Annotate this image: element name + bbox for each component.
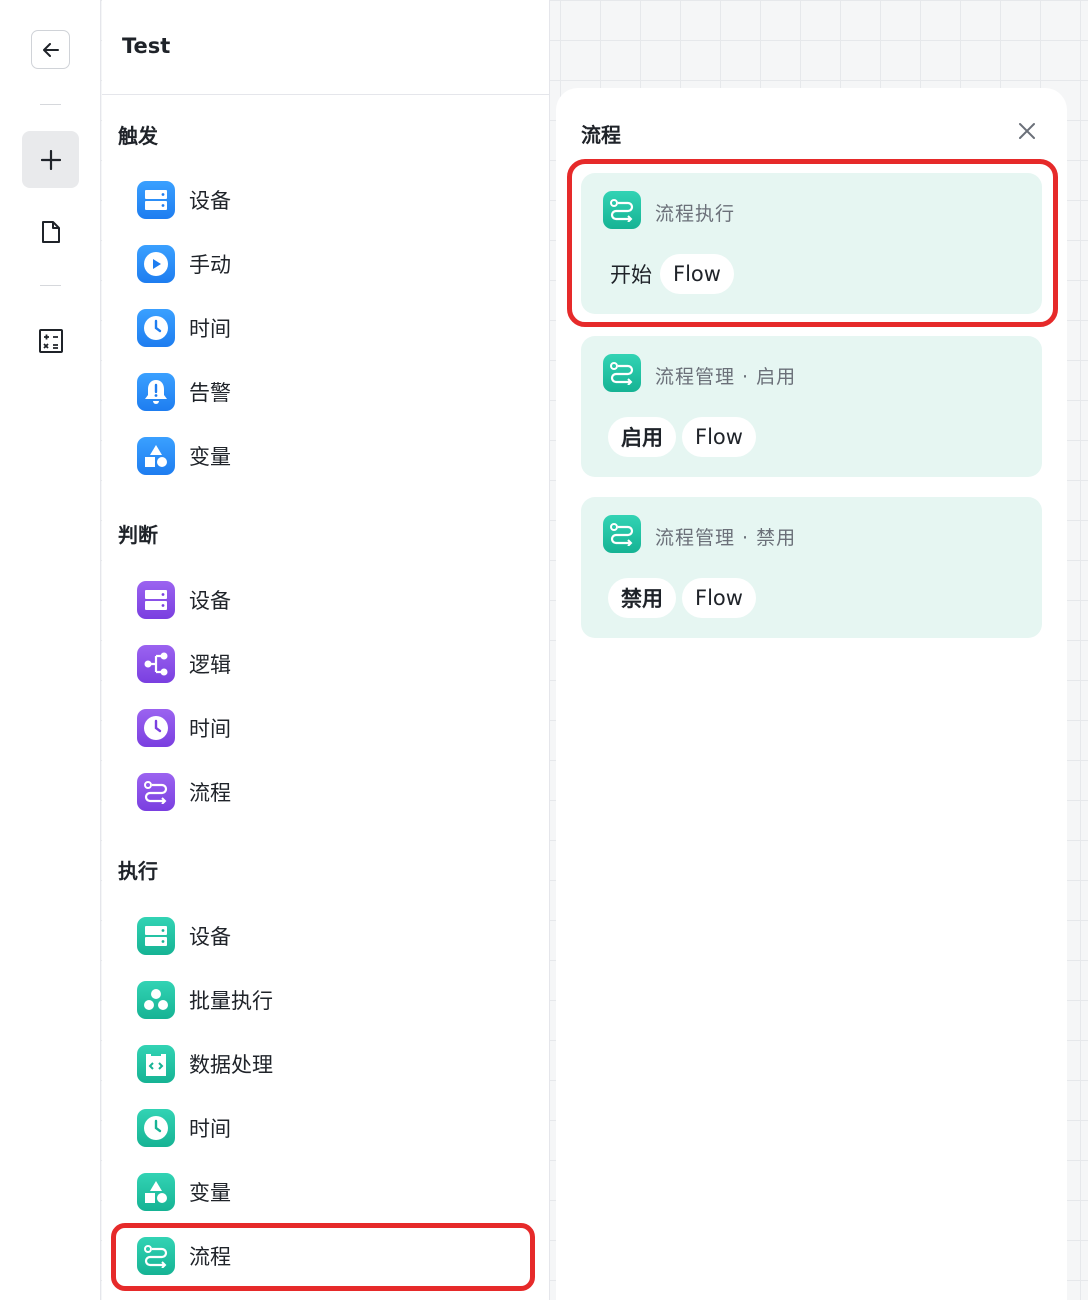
palette-item-action-device[interactable]: 设备 xyxy=(137,914,517,958)
node-palette: Test 触发 设备 手动 时间 告警 变量 判断 设备 逻辑 时间 流程 执行… xyxy=(102,0,550,1300)
card-title: 流程管理 · 禁用 xyxy=(655,527,797,549)
shapes-icon xyxy=(137,437,175,475)
palette-item-label: 批量执行 xyxy=(189,989,273,1013)
calculator-button[interactable] xyxy=(31,321,71,361)
palette-item-action-variable[interactable]: 变量 xyxy=(137,1170,517,1214)
clock-icon xyxy=(137,1109,175,1147)
palette-item-label: 时间 xyxy=(189,717,231,741)
palette-item-trigger-variable[interactable]: 变量 xyxy=(137,434,517,478)
calculator-icon xyxy=(39,329,63,353)
palette-item-label: 流程 xyxy=(189,781,231,805)
bell-icon xyxy=(137,373,175,411)
palette-item-label: 逻辑 xyxy=(189,653,231,677)
flow-icon xyxy=(603,354,641,392)
clock-icon xyxy=(137,309,175,347)
palette-item-label: 时间 xyxy=(189,317,231,341)
device-icon xyxy=(137,917,175,955)
palette-item-label: 变量 xyxy=(189,1181,231,1205)
left-rail xyxy=(0,0,101,1300)
document-icon xyxy=(42,221,60,243)
highlight-box xyxy=(567,159,1058,327)
palette-item-label: 设备 xyxy=(189,925,231,949)
device-icon xyxy=(137,181,175,219)
section-title-trigger: 触发 xyxy=(118,124,158,148)
flow-chip[interactable]: Flow xyxy=(682,417,756,457)
flow-card-disable[interactable]: 流程管理 · 禁用 禁用 Flow xyxy=(581,497,1042,638)
palette-item-action-data[interactable]: 数据处理 xyxy=(137,1042,517,1086)
palette-item-condition-logic[interactable]: 逻辑 xyxy=(137,642,517,686)
close-button[interactable] xyxy=(1015,119,1039,143)
palette-item-label: 设备 xyxy=(189,589,231,613)
palette-item-trigger-device[interactable]: 设备 xyxy=(137,178,517,222)
clock-icon xyxy=(137,709,175,747)
card-params: 启用 Flow xyxy=(608,417,756,457)
palette-item-condition-flow[interactable]: 流程 xyxy=(137,770,517,814)
card-title: 流程管理 · 启用 xyxy=(655,366,797,388)
device-icon xyxy=(137,581,175,619)
back-button[interactable] xyxy=(31,30,70,69)
flow-icon xyxy=(137,773,175,811)
play-icon xyxy=(137,245,175,283)
section-title-condition: 判断 xyxy=(118,523,158,547)
section-title-action: 执行 xyxy=(118,859,158,883)
document-button[interactable] xyxy=(31,212,71,252)
palette-item-label: 设备 xyxy=(189,189,231,213)
code-icon xyxy=(137,1045,175,1083)
card-params: 禁用 Flow xyxy=(608,578,756,618)
palette-item-trigger-time[interactable]: 时间 xyxy=(137,306,517,350)
palette-item-label: 手动 xyxy=(189,253,231,277)
batch-icon xyxy=(137,981,175,1019)
shapes-icon xyxy=(137,1173,175,1211)
palette-item-action-time[interactable]: 时间 xyxy=(137,1106,517,1150)
palette-item-action-batch[interactable]: 批量执行 xyxy=(137,978,517,1022)
panel-title: 流程 xyxy=(581,123,621,147)
palette-item-condition-device[interactable]: 设备 xyxy=(137,578,517,622)
action-chip[interactable]: 启用 xyxy=(608,417,676,457)
rail-divider xyxy=(40,285,61,286)
flow-chip[interactable]: Flow xyxy=(682,578,756,618)
palette-item-label: 时间 xyxy=(189,1117,231,1141)
palette-item-label: 数据处理 xyxy=(189,1053,273,1077)
palette-item-condition-time[interactable]: 时间 xyxy=(137,706,517,750)
palette-item-trigger-manual[interactable]: 手动 xyxy=(137,242,517,286)
close-icon xyxy=(1019,123,1035,139)
rail-divider xyxy=(40,104,61,105)
palette-item-label: 告警 xyxy=(189,381,231,405)
palette-item-trigger-alarm[interactable]: 告警 xyxy=(137,370,517,414)
flow-card-enable[interactable]: 流程管理 · 启用 启用 Flow xyxy=(581,336,1042,477)
highlight-box xyxy=(111,1223,535,1291)
add-node-button[interactable] xyxy=(22,131,79,188)
branch-icon xyxy=(137,645,175,683)
action-chip[interactable]: 禁用 xyxy=(608,578,676,618)
arrow-left-icon xyxy=(42,42,59,57)
flow-icon xyxy=(603,515,641,553)
palette-item-label: 变量 xyxy=(189,445,231,469)
plus-icon xyxy=(40,149,61,170)
page-title: Test xyxy=(102,0,549,95)
